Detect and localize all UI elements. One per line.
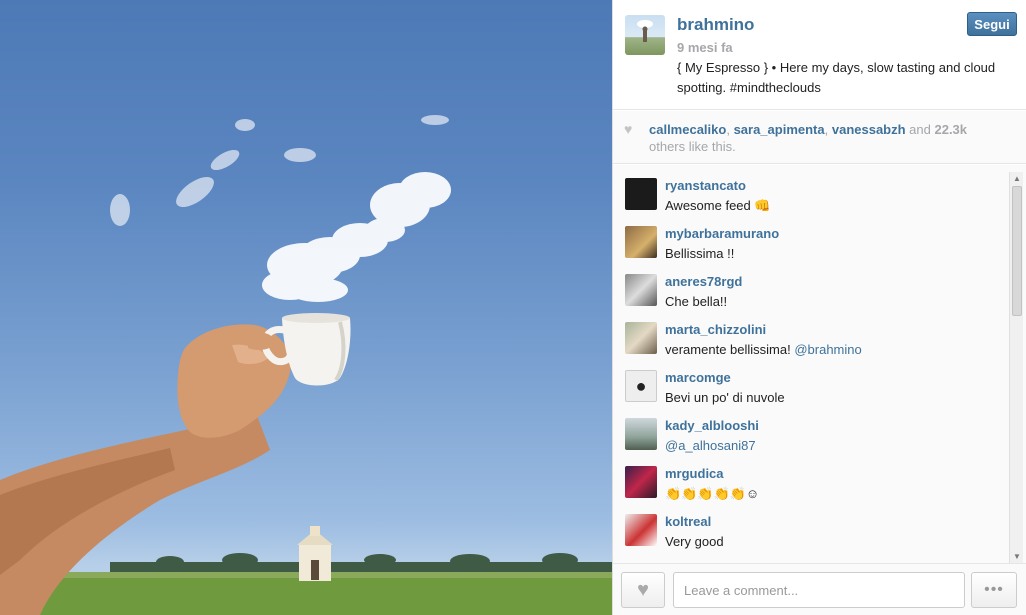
more-options-button[interactable]: •••: [971, 572, 1017, 608]
comment-input[interactable]: [673, 572, 965, 608]
avatar[interactable]: [625, 466, 657, 498]
like-user-1[interactable]: callmecaliko: [649, 122, 726, 137]
avatar[interactable]: [625, 418, 657, 450]
avatar[interactable]: [625, 274, 657, 306]
comment-list: ryanstancato Awesome feed 👊 mybarbaramur…: [613, 165, 1026, 563]
apple-icon: ●: [635, 376, 647, 396]
post-time: 9 mesi fa: [677, 40, 733, 55]
like-user-2[interactable]: sara_apimenta: [734, 122, 825, 137]
comment-text: veramente bellissima! @brahmino: [665, 342, 862, 357]
avatar[interactable]: ●: [625, 370, 657, 402]
post-username[interactable]: brahmino: [677, 15, 754, 35]
caption-hashtag[interactable]: #mindtheclouds: [730, 80, 821, 95]
avatar[interactable]: [625, 178, 657, 210]
ellipsis-icon: •••: [984, 581, 1004, 598]
avatar[interactable]: [625, 226, 657, 258]
likes-count[interactable]: 22.3k: [934, 122, 967, 137]
likes-others: others like this.: [649, 139, 736, 154]
post-photo: [0, 0, 612, 615]
comment-text: Very good: [665, 534, 724, 549]
post-caption: { My Espresso } • Here my days, slow tas…: [677, 58, 1021, 98]
list-item: koltreal Very good: [625, 514, 1005, 558]
post-header: brahmino 9 mesi fa { My Espresso } • Her…: [613, 0, 1026, 110]
follow-button[interactable]: Segui: [967, 12, 1017, 36]
list-item: kady_alblooshi @a_alhosani87: [625, 418, 1005, 462]
avatar[interactable]: [625, 322, 657, 354]
avatar-image: [637, 20, 653, 42]
comment-username[interactable]: aneres78rgd: [665, 274, 742, 289]
comments-scrollbar[interactable]: ▲ ▼: [1009, 172, 1023, 564]
likes-text: callmecaliko, sara_apimenta, vanessabzh …: [649, 121, 1009, 155]
comment-text: Bellissima !!: [665, 246, 735, 261]
scrollbar-thumb[interactable]: [1012, 186, 1022, 316]
photo-artwork: [0, 115, 612, 615]
likes-separator: ,: [726, 122, 734, 137]
list-item: mybarbaramurano Bellissima !!: [625, 226, 1005, 270]
list-item: marta_chizzolini veramente bellissima! @…: [625, 322, 1005, 366]
avatar[interactable]: [625, 514, 657, 546]
comment-text: Bevi un po' di nuvole: [665, 390, 785, 405]
comment-username[interactable]: koltreal: [665, 514, 711, 529]
heart-icon: ♥: [624, 121, 633, 137]
comment-mention[interactable]: @brahmino: [794, 342, 861, 357]
list-item: ● marcomge Bevi un po' di nuvole: [625, 370, 1005, 414]
likes-section: ♥ callmecaliko, sara_apimenta, vanessabz…: [613, 111, 1026, 164]
comment-username[interactable]: ryanstancato: [665, 178, 746, 193]
comment-username[interactable]: mrgudica: [665, 466, 724, 481]
like-user-3[interactable]: vanessabzh: [832, 122, 906, 137]
list-item: aneres78rgd Che bella!!: [625, 274, 1005, 318]
scroll-up-icon[interactable]: ▲: [1012, 174, 1022, 184]
comment-username[interactable]: kady_alblooshi: [665, 418, 759, 433]
comment-text: Awesome feed 👊: [665, 198, 771, 213]
heart-icon: ♥: [637, 578, 649, 601]
post-detail-panel: brahmino 9 mesi fa { My Espresso } • Her…: [612, 0, 1026, 615]
comment-username[interactable]: marcomge: [665, 370, 731, 385]
likes-and: and: [905, 122, 935, 137]
list-item: ryanstancato Awesome feed 👊: [625, 178, 1005, 222]
scroll-down-icon[interactable]: ▼: [1012, 552, 1022, 562]
comment-username[interactable]: marta_chizzolini: [665, 322, 766, 337]
comment-text-body: veramente bellissima!: [665, 342, 795, 357]
comment-text: Che bella!!: [665, 294, 728, 309]
comment-username[interactable]: mybarbaramurano: [665, 226, 779, 241]
comment-text: 👏👏👏👏👏☺: [665, 486, 760, 501]
avatar[interactable]: [625, 15, 665, 55]
comment-mention[interactable]: @a_alhosani87: [665, 438, 756, 453]
comment-footer: ♥ •••: [613, 563, 1026, 615]
caption-text: { My Espresso } • Here my days, slow tas…: [677, 60, 996, 95]
list-item: mrgudica 👏👏👏👏👏☺: [625, 466, 1005, 510]
like-button[interactable]: ♥: [621, 572, 665, 608]
likes-separator: ,: [824, 122, 832, 137]
comment-text: @a_alhosani87: [665, 438, 756, 453]
